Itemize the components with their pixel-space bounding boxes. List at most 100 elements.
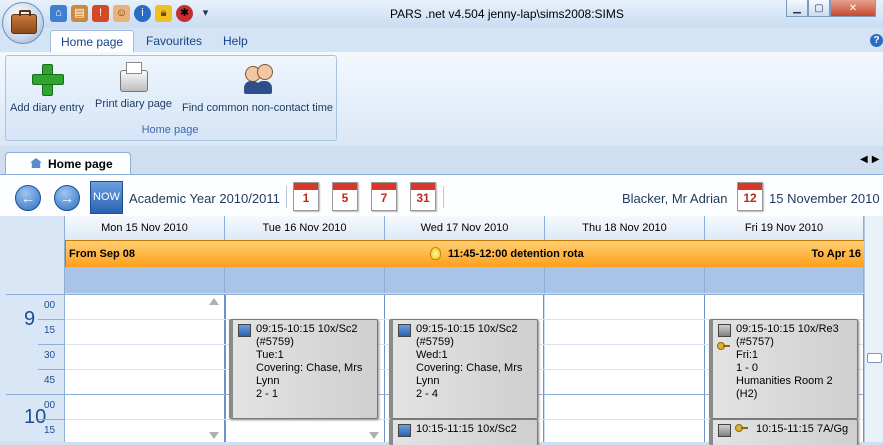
button-label: Print diary page <box>95 98 173 110</box>
scroll-down-arrow-icon[interactable] <box>369 432 379 439</box>
full-week-calendar-icon[interactable]: 7 <box>371 182 397 211</box>
lesson-event-tue[interactable]: 09:15-10:15 10x/Sc2 (#5759) Tue:1 Coveri… <box>229 319 378 419</box>
minimize-button[interactable]: ▁ <box>786 0 808 17</box>
day-header-mon[interactable]: Mon 15 Nov 2010 <box>65 216 225 241</box>
tab-scroll-arrows[interactable]: ◀▶ <box>860 154 883 165</box>
event-line: Humanities Room 2 <box>736 375 833 387</box>
ribbon-group-label: Home page <box>141 124 199 136</box>
event-line: 10:15-11:15 10x/Sc2 <box>416 423 517 435</box>
day-view-calendar-icon[interactable]: 1 <box>293 182 319 211</box>
lightbulb-icon <box>430 247 441 260</box>
scroll-down-arrow-icon[interactable] <box>209 432 219 439</box>
forward-button[interactable]: → <box>54 185 80 211</box>
all-day-cell[interactable] <box>545 267 705 293</box>
application-menu-button[interactable] <box>2 2 44 44</box>
day-header-tue[interactable]: Tue 16 Nov 2010 <box>225 216 385 241</box>
document-tab-home-page[interactable]: Home page <box>5 152 131 175</box>
scroll-up-arrow-icon[interactable] <box>209 298 219 305</box>
day-header-thu[interactable]: Thu 18 Nov 2010 <box>545 216 705 241</box>
gutter-tick <box>38 369 64 370</box>
home-icon[interactable]: ⌂ <box>50 5 67 22</box>
add-icon <box>30 62 64 96</box>
maximize-button[interactable]: ▢ <box>808 0 830 17</box>
event-line: 09:15-10:15 10x/Sc2 <box>416 323 518 335</box>
key-icon <box>735 424 748 432</box>
week-view-calendar-icon[interactable]: 5 <box>332 182 358 211</box>
tab-help[interactable]: Help <box>213 30 258 52</box>
ribbon-tab-bar: Home page Favourites Help <box>0 28 883 53</box>
date-picker-calendar-icon[interactable]: 12 <box>737 182 763 211</box>
lesson-event-fri-2[interactable]: 10:15-11:15 7A/Gg <box>709 419 858 445</box>
event-line: (#5757) <box>736 336 774 348</box>
bug-icon[interactable]: ✱ <box>176 5 193 22</box>
event-line: Tue:1 <box>256 349 284 361</box>
all-day-cell[interactable] <box>705 267 864 293</box>
gutter-tick <box>6 294 64 295</box>
lesson-icon <box>398 324 411 337</box>
event-line: 10:15-11:15 7A/Gg <box>756 423 849 435</box>
gutter-tick <box>38 319 64 320</box>
gutter-tick <box>38 344 64 345</box>
day-header-wed[interactable]: Wed 17 Nov 2010 <box>385 216 545 241</box>
info-icon[interactable]: i <box>134 5 151 22</box>
lesson-icon <box>238 324 251 337</box>
close-button[interactable]: ✕ <box>830 0 876 17</box>
back-button[interactable]: ← <box>15 185 41 211</box>
hour-label-10: 10 <box>24 406 47 428</box>
hour-label-9: 9 <box>24 308 36 330</box>
minute-label: 15 <box>44 325 56 336</box>
notebook-icon[interactable]: ▤ <box>71 5 88 22</box>
user-icon[interactable]: ☺ <box>113 5 130 22</box>
month-view-calendar-icon[interactable]: 31 <box>410 182 436 211</box>
now-button[interactable]: NOW <box>90 181 123 214</box>
minute-label: 30 <box>44 350 56 361</box>
event-line: Fri:1 <box>736 349 758 361</box>
minute-label: 45 <box>44 375 56 386</box>
key-icon <box>717 342 730 350</box>
event-line: Lynn <box>256 375 280 387</box>
printer-icon <box>119 62 148 92</box>
briefcase-icon <box>11 10 37 34</box>
tab-favourites[interactable]: Favourites <box>136 30 212 52</box>
all-day-cell[interactable] <box>385 267 545 293</box>
document-tab-strip <box>0 146 883 174</box>
help-icon[interactable]: ? <box>870 34 883 47</box>
scrollbar-thumb[interactable] <box>867 353 882 363</box>
lesson-icon <box>718 324 731 337</box>
customize-dropdown-icon[interactable]: ▾ <box>197 5 214 22</box>
gutter-tick <box>38 419 64 420</box>
people-icon <box>241 62 275 96</box>
vertical-scrollbar[interactable] <box>864 216 883 442</box>
home-icon <box>30 158 42 168</box>
button-label: Add diary entry <box>10 102 84 114</box>
lock-icon[interactable]: 🔒︎ <box>155 5 172 22</box>
toolbar-separator <box>443 186 444 208</box>
academic-year-label: Academic Year 2010/2011 <box>129 191 280 206</box>
find-common-time-button[interactable]: Find common non-contact time <box>182 60 333 114</box>
all-day-cell[interactable] <box>225 267 385 293</box>
alert-icon[interactable]: ! <box>92 5 109 22</box>
lesson-icon <box>398 424 411 437</box>
minute-label: 15 <box>44 425 56 436</box>
lesson-event-wed[interactable]: 09:15-10:15 10x/Sc2 (#5759) Wed:1 Coveri… <box>389 319 538 419</box>
quick-access-toolbar: ⌂ ▤ ! ☺ i 🔒︎ ✱ ▾ <box>50 5 214 23</box>
event-line: 09:15-10:15 10x/Re3 <box>736 323 839 335</box>
event-line: (H2) <box>736 388 758 400</box>
all-day-banner[interactable]: From Sep 08 11:45-12:00 detention rota T… <box>65 240 865 268</box>
tab-home-page[interactable]: Home page <box>50 30 135 53</box>
event-line: (#5759) <box>256 336 294 348</box>
banner-title: 11:45-12:00 detention rota <box>448 248 584 260</box>
lesson-event-fri[interactable]: 09:15-10:15 10x/Re3 (#5757) Fri:1 1 - 0 … <box>709 319 858 419</box>
lesson-icon <box>718 424 731 437</box>
print-diary-page-button[interactable]: Print diary page <box>95 60 172 110</box>
window-controls: ▁ ▢ ✕ <box>786 0 876 17</box>
minute-label: 00 <box>44 400 56 411</box>
add-diary-entry-button[interactable]: Add diary entry <box>10 60 84 114</box>
event-line: 2 - 1 <box>256 388 279 400</box>
day-header-fri[interactable]: Fri 19 Nov 2010 <box>705 216 864 241</box>
window-title: PARS .net v4.504 jenny-lap\sims2008:SIMS <box>390 7 624 21</box>
all-day-cell[interactable] <box>65 267 225 293</box>
gutter-tick <box>6 394 64 395</box>
event-line: (#5759) <box>416 336 454 348</box>
lesson-event-wed-2[interactable]: 10:15-11:15 10x/Sc2 <box>389 419 538 445</box>
